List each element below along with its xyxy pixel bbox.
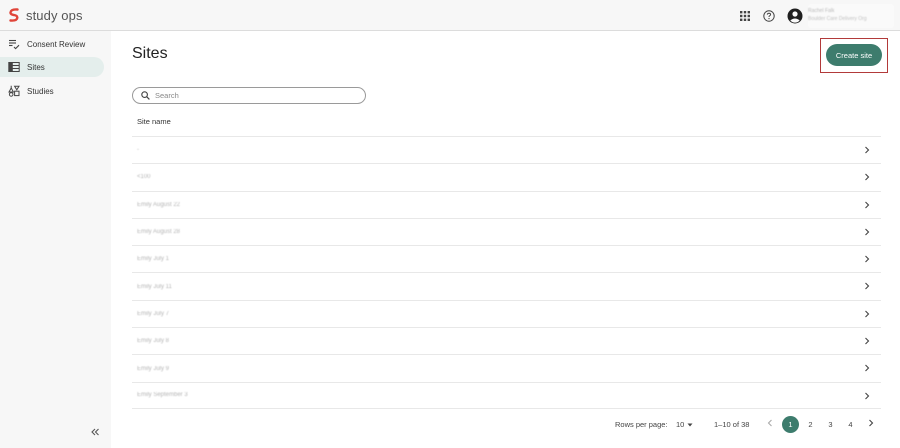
site-name: - [137, 147, 139, 154]
chevron-right-icon [865, 310, 870, 318]
studies-icon [8, 85, 20, 97]
sidebar-item-studies[interactable]: Studies [0, 81, 104, 101]
table-icon [8, 61, 20, 73]
top-bar: study ops Rachel Falk Boulder Care Deliv… [0, 0, 900, 31]
app-logo[interactable]: study ops [8, 8, 83, 23]
column-header-site-name[interactable]: Site name [137, 117, 171, 126]
pagination-range: 1–10 of 38 [714, 420, 750, 429]
app-name: study ops [26, 7, 83, 23]
apps-grid-icon[interactable] [735, 6, 755, 26]
site-name: Emily July 8 [137, 338, 170, 345]
site-name: Emily July 11 [137, 283, 172, 290]
double-chevron-left-icon[interactable] [89, 426, 101, 438]
logo-mark-icon [9, 8, 19, 22]
user-name: Rachel Falk [808, 7, 835, 14]
table-row[interactable]: Emily September 3 [132, 381, 881, 409]
table-row[interactable]: Emily July 11 [132, 272, 881, 299]
chevron-right-icon [865, 173, 870, 181]
search-icon [141, 91, 150, 100]
table-row[interactable]: Emily August 28 [132, 217, 881, 245]
chevron-right-icon [865, 283, 870, 290]
site-name: <100 [137, 174, 151, 181]
chevron-right-icon [865, 201, 870, 208]
site-name: Emily September 3 [137, 392, 188, 399]
user-info[interactable]: Rachel Falk Boulder Care Delivery Org [808, 3, 894, 28]
chevron-right-icon[interactable] [867, 419, 875, 427]
sidebar-item-sites[interactable]: Sites [0, 57, 104, 77]
site-name: Emily July 9 [137, 365, 170, 372]
table-row[interactable]: Emily July 9 [132, 354, 881, 381]
table-row[interactable]: Emily July 7 [132, 299, 881, 327]
rows-per-page-label: Rows per page: [615, 420, 668, 429]
chevron-left-icon[interactable] [766, 419, 774, 427]
table-row[interactable]: Emily July 1 [132, 245, 881, 272]
rows-per-page-value: 10 [676, 420, 685, 429]
sites-table: - <100 Emily August 22 Emily August 28 E… [132, 136, 881, 409]
rows-per-page-select[interactable]: 10 [676, 420, 693, 429]
page-button-2[interactable]: 2 [802, 416, 819, 433]
table-row[interactable]: - [132, 136, 881, 163]
sidebar-item-consent-review[interactable]: Consent Review [0, 34, 104, 54]
main-content: Sites Create site Site name - <100 Emily… [111, 31, 900, 448]
table-row[interactable]: Emily July 8 [132, 327, 881, 354]
sidebar-item-label: Consent Review [27, 39, 86, 49]
table-row[interactable]: <100 [132, 163, 881, 190]
sidebar-item-label: Sites [27, 62, 45, 72]
page-button-4[interactable]: 4 [842, 416, 859, 433]
site-name: Emily August 28 [137, 229, 181, 236]
create-site-button[interactable]: Create site [826, 44, 882, 66]
page-title: Sites [132, 45, 168, 62]
user-org: Boulder Care Delivery Org [808, 15, 867, 22]
sidebar-item-label: Studies [27, 86, 54, 96]
checklist-icon [8, 38, 20, 50]
table-row[interactable]: Emily August 22 [132, 190, 881, 218]
site-name: Emily July 1 [137, 256, 170, 263]
chevron-right-icon [865, 337, 870, 345]
chevron-right-icon [865, 392, 870, 400]
chevron-right-icon [865, 146, 870, 154]
site-name: Emily July 7 [137, 310, 170, 317]
chevron-right-icon [865, 228, 870, 236]
page-button-1[interactable]: 1 [782, 416, 799, 433]
dropdown-arrow-icon [687, 423, 693, 426]
sidebar: Consent Review Sites Studies [0, 31, 111, 448]
site-name: Emily August 22 [137, 201, 181, 208]
search-input[interactable] [155, 91, 345, 100]
page-button-3[interactable]: 3 [822, 416, 839, 433]
help-icon[interactable] [759, 6, 779, 26]
chevron-right-icon [865, 255, 870, 263]
chevron-right-icon [865, 364, 870, 372]
account-icon[interactable] [787, 8, 803, 24]
search-box[interactable] [132, 87, 366, 104]
